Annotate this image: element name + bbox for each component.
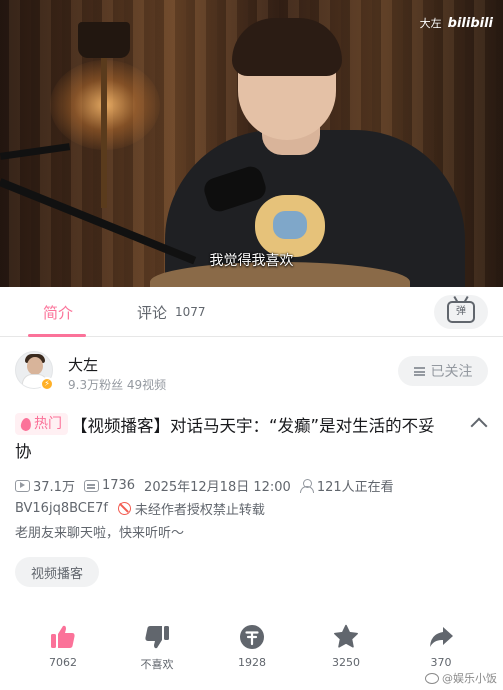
danmaku-tv-icon: 弹 (447, 301, 475, 323)
favorite-button[interactable]: 3250 (311, 622, 381, 669)
lamp (78, 22, 130, 58)
coin-icon (240, 625, 264, 649)
flame-icon (20, 416, 32, 432)
video-title: 【视频播客】对话马天宇：“发癫”是对生活的不妥协 (15, 416, 435, 461)
danmaku-count-icon (83, 479, 99, 492)
video-title-block: 热门 【视频播客】对话马天宇：“发癫”是对生活的不妥协 (15, 413, 445, 464)
copyright-notice: 未经作者授权禁止转载 (134, 503, 265, 518)
watermark-text: @娱乐小饭 (442, 672, 497, 685)
tag-chip[interactable]: 视频播客 (15, 557, 100, 587)
video-stats-row: 37.1万 1736 2025年12月18日 12:00 121人正在看 (15, 476, 403, 495)
forbidden-icon (117, 502, 131, 515)
people-icon (299, 479, 314, 493)
video-id-row: BV16jq8BCE7f 未经作者授权禁止转载 (15, 499, 265, 518)
views-count: 37.1万 (33, 480, 75, 495)
coin-count: 1928 (238, 656, 266, 669)
bilibili-logo: bilibili (447, 15, 493, 31)
person-hair (232, 18, 342, 76)
author-stats: 9.3万粉丝 49视频 (68, 378, 167, 392)
watermark-author: 大左 (419, 17, 442, 30)
tab-bar: 简介 评论 1077 弹 (0, 287, 503, 337)
menu-icon (413, 366, 425, 376)
follow-button[interactable]: 已关注 (398, 356, 488, 386)
chevron-up-icon[interactable] (470, 417, 488, 435)
dislike-label: 不喜欢 (140, 658, 174, 671)
views-stat: 37.1万 (15, 476, 75, 495)
share-arrow-icon (430, 627, 453, 647)
video-watermark: 大左 bilibili (420, 15, 493, 31)
coin-button[interactable]: 1928 (217, 622, 287, 669)
hot-badge[interactable]: 热门 (15, 413, 68, 435)
star-icon (334, 624, 358, 648)
verified-badge-icon: ⚡ (40, 377, 54, 391)
like-button[interactable]: 7062 (28, 622, 98, 669)
video-player[interactable]: 大左 bilibili 我觉得我喜欢 (0, 0, 503, 287)
follow-label: 已关注 (430, 364, 473, 380)
tab-active-indicator (28, 334, 86, 337)
comment-count: 1077 (175, 305, 206, 319)
danmaku-stat: 1736 (83, 478, 136, 493)
watching-count: 121人正在看 (316, 480, 394, 495)
publish-date: 2025年12月18日 12:00 (144, 480, 291, 495)
avatar-face (27, 357, 43, 375)
video-subtitle: 我觉得我喜欢 (209, 253, 294, 269)
thumbs-down-icon (145, 626, 169, 649)
tab-comments[interactable]: 评论 (137, 302, 167, 323)
danmaku-count: 1736 (101, 478, 136, 493)
play-count-icon (15, 479, 30, 492)
video-description: 老朋友来聊天啦，快来听听～ (15, 526, 185, 541)
dislike-button[interactable]: 不喜欢 (122, 622, 192, 672)
author-name[interactable]: 大左 (68, 354, 98, 375)
watching-stat: 121人正在看 (299, 476, 394, 495)
bvid[interactable]: BV16jq8BCE7f (15, 501, 108, 516)
weibo-watermark: @娱乐小饭 (425, 670, 497, 686)
favorite-count: 3250 (332, 656, 360, 669)
sweater-pattern (255, 195, 325, 257)
share-count: 370 (430, 656, 452, 669)
share-button[interactable]: 370 (406, 622, 476, 669)
danmaku-toggle-button[interactable]: 弹 (434, 295, 488, 329)
hot-label: 热门 (34, 415, 62, 432)
weibo-icon (425, 672, 439, 684)
like-count: 7062 (49, 656, 77, 669)
tab-intro[interactable]: 简介 (43, 302, 73, 323)
lamp-pole (101, 58, 107, 208)
thumbs-up-icon (51, 625, 75, 648)
